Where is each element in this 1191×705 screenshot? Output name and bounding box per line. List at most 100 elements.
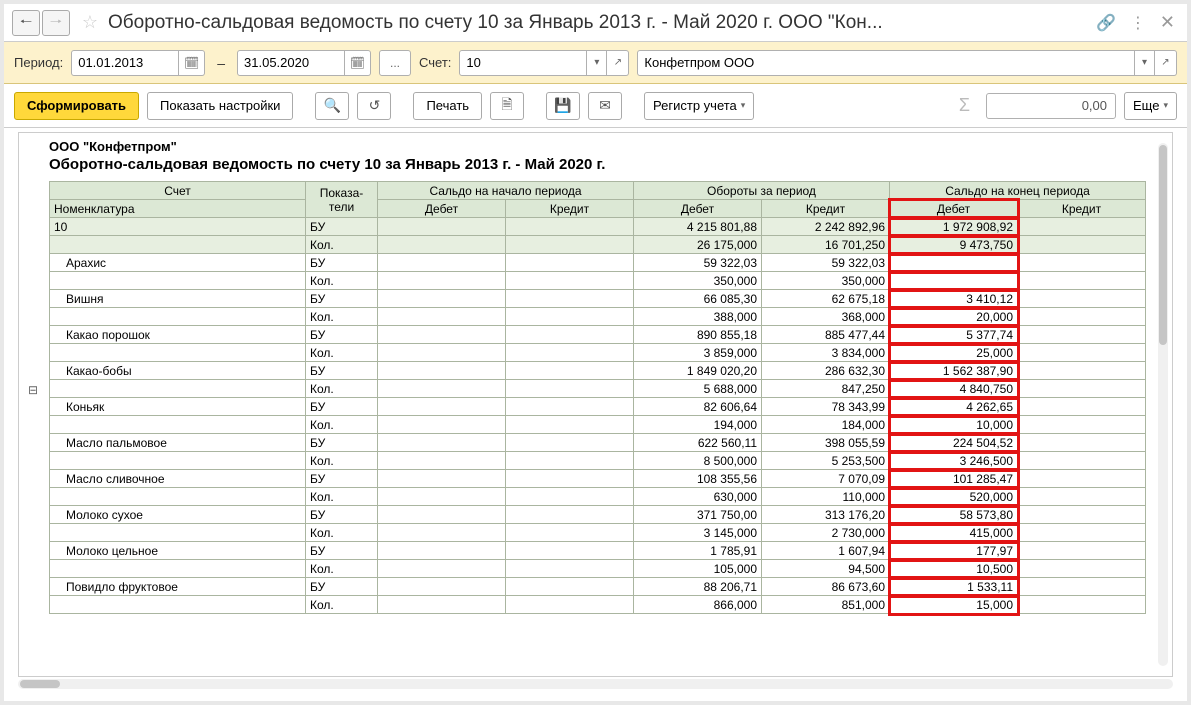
cell: 4 262,65 (890, 398, 1018, 416)
cell: 5 377,74 (890, 326, 1018, 344)
period-more-button[interactable]: ... (379, 50, 411, 76)
cell: 177,97 (890, 542, 1018, 560)
cell (506, 434, 634, 452)
cell (506, 362, 634, 380)
indicator: БУ (306, 218, 378, 236)
save-icon[interactable]: 💾 (546, 92, 580, 120)
cell (1018, 236, 1146, 254)
cell (378, 344, 506, 362)
cell: 62 675,18 (762, 290, 890, 308)
account-input[interactable] (459, 50, 587, 76)
cell (1018, 470, 1146, 488)
item-name: Молоко сухое (50, 506, 306, 524)
preview-icon[interactable]: 🗎 (490, 92, 524, 120)
indicator: БУ (306, 434, 378, 452)
scrollbar-horizontal[interactable] (18, 679, 1173, 689)
cell: 105,000 (634, 560, 762, 578)
cell (506, 560, 634, 578)
cell: 388,000 (634, 308, 762, 326)
cell (506, 236, 634, 254)
cell: 8 500,000 (634, 452, 762, 470)
cell (1018, 578, 1146, 596)
org-dropdown-icon[interactable]: ▾ (1135, 50, 1155, 76)
forward-button[interactable]: 🠒 (42, 10, 70, 36)
indicator: Кол. (306, 560, 378, 578)
cell: 15,000 (890, 596, 1018, 614)
indicator: Кол. (306, 416, 378, 434)
cell (50, 596, 306, 614)
calendar-icon[interactable]: 🗓 (345, 50, 371, 76)
toolbar: Сформировать Показать настройки 🔍 ↺ Печа… (4, 84, 1187, 128)
header-account: Счет (50, 182, 306, 200)
indicator: Кол. (306, 488, 378, 506)
account-open-icon[interactable]: ↗ (607, 50, 629, 76)
cell (1018, 308, 1146, 326)
cell: 108 355,56 (634, 470, 762, 488)
cell: 1 607,94 (762, 542, 890, 560)
org-open-icon[interactable]: ↗ (1155, 50, 1177, 76)
cell: 59 322,03 (762, 254, 890, 272)
cell (506, 254, 634, 272)
scrollbar-vertical[interactable] (1158, 143, 1168, 666)
collapse-icon[interactable]: ⊟ (25, 383, 41, 397)
cell (50, 560, 306, 578)
cell (1018, 416, 1146, 434)
mail-icon[interactable]: ✉ (588, 92, 622, 120)
sum-field[interactable]: 0,00 (986, 93, 1116, 119)
cell: 398 055,59 (762, 434, 890, 452)
indicator: БУ (306, 542, 378, 560)
cell: 2 242 892,96 (762, 218, 890, 236)
indicator: БУ (306, 398, 378, 416)
print-button[interactable]: Печать (413, 92, 482, 120)
search-icon[interactable]: 🔍 (315, 92, 349, 120)
cell (506, 452, 634, 470)
cell (506, 290, 634, 308)
header-debit: Дебет (634, 200, 762, 218)
cell (50, 344, 306, 362)
restore-icon[interactable]: ↺ (357, 92, 391, 120)
cell: 890 855,18 (634, 326, 762, 344)
cell (1018, 380, 1146, 398)
header-debit: Дебет (890, 200, 1018, 218)
cell (1018, 542, 1146, 560)
indicator: Кол. (306, 380, 378, 398)
generate-button[interactable]: Сформировать (14, 92, 139, 120)
link-icon[interactable]: 🔗 (1096, 13, 1116, 33)
cell (506, 488, 634, 506)
favorite-icon[interactable]: ☆ (78, 11, 102, 35)
cell (506, 596, 634, 614)
sigma-icon: Σ (951, 95, 978, 116)
period-from-input[interactable] (71, 50, 179, 76)
show-settings-button[interactable]: Показать настройки (147, 92, 293, 120)
cell: 4 840,750 (890, 380, 1018, 398)
cell (50, 272, 306, 290)
dash: – (213, 55, 229, 71)
account-dropdown-icon[interactable]: ▾ (587, 50, 607, 76)
period-bar: Период: 🗓 – 🗓 ... Счет: ▾ ↗ ▾ ↗ (4, 42, 1187, 84)
more-button[interactable]: Еще▾ (1124, 92, 1177, 120)
period-label: Период: (14, 55, 63, 70)
close-icon[interactable]: ✕ (1160, 12, 1175, 33)
cell (506, 506, 634, 524)
cell (506, 380, 634, 398)
register-button[interactable]: Регистр учета▾ (644, 92, 754, 120)
cell: 101 285,47 (890, 470, 1018, 488)
indicator: Кол. (306, 524, 378, 542)
cell (506, 218, 634, 236)
organization-input[interactable] (637, 50, 1135, 76)
cell (378, 506, 506, 524)
back-button[interactable]: 🠐 (12, 10, 40, 36)
indicator: БУ (306, 254, 378, 272)
calendar-icon[interactable]: 🗓 (179, 50, 205, 76)
cell (50, 380, 306, 398)
report-area[interactable]: ⊟ ООО "Конфетпром" Оборотно-сальдовая ве… (18, 132, 1173, 677)
period-to-input[interactable] (237, 50, 345, 76)
cell (50, 308, 306, 326)
cell (378, 398, 506, 416)
cell: 10,000 (890, 416, 1018, 434)
menu-dots-icon[interactable]: ⋮ (1130, 13, 1146, 33)
header-saldo-end: Сальдо на конец периода (890, 182, 1146, 200)
cell: 9 473,750 (890, 236, 1018, 254)
cell (506, 416, 634, 434)
cell: 415,000 (890, 524, 1018, 542)
